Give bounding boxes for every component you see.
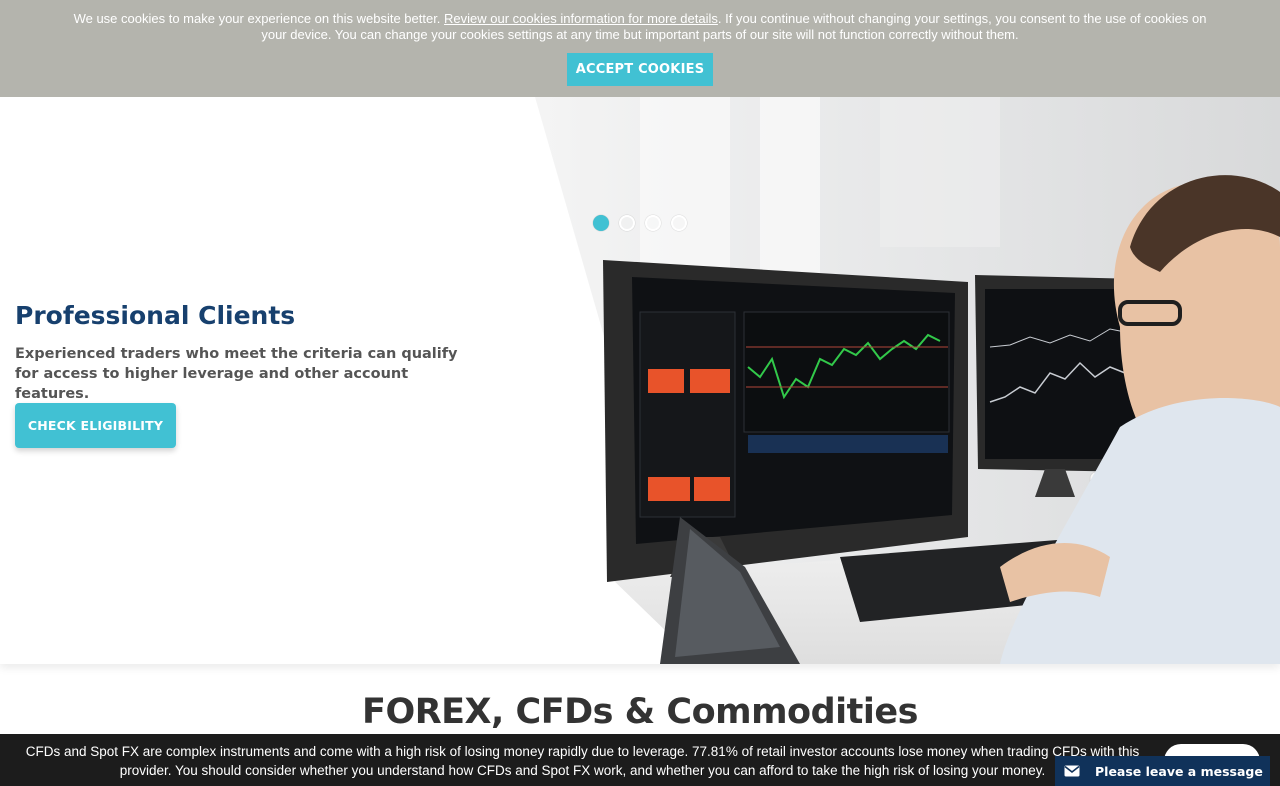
leave-message-chat-tab[interactable]: Please leave a message xyxy=(1055,756,1270,786)
cookie-banner: We use cookies to make your experience o… xyxy=(0,0,1280,97)
cookie-notice-text: We use cookies to make your experience o… xyxy=(60,11,1220,43)
slider-dot-2[interactable] xyxy=(619,215,635,231)
hero-title: Professional Clients xyxy=(15,301,296,330)
slider-dot-1[interactable] xyxy=(593,215,609,231)
chat-label: Please leave a message xyxy=(1095,763,1263,779)
hero-description: Experienced traders who meet the criteri… xyxy=(15,346,458,402)
check-eligibility-button[interactable]: CHECK ELIGIBILITY xyxy=(15,403,176,448)
slider-dots xyxy=(593,215,687,231)
section-heading: FOREX, CFDs & Commodities xyxy=(362,692,918,732)
accept-cookies-button[interactable]: ACCEPT COOKIES xyxy=(567,53,713,86)
hero-slider: Professional Clients Experienced traders… xyxy=(0,97,1280,664)
cookie-text-before: We use cookies to make your experience o… xyxy=(73,11,445,26)
slider-dot-4[interactable] xyxy=(671,215,687,231)
envelope-icon xyxy=(1055,756,1089,786)
slider-dot-3[interactable] xyxy=(645,215,661,231)
cookie-info-link[interactable]: Review our cookies information for more … xyxy=(444,11,718,26)
risk-warning-text: CFDs and Spot FX are complex instruments… xyxy=(25,744,1140,778)
